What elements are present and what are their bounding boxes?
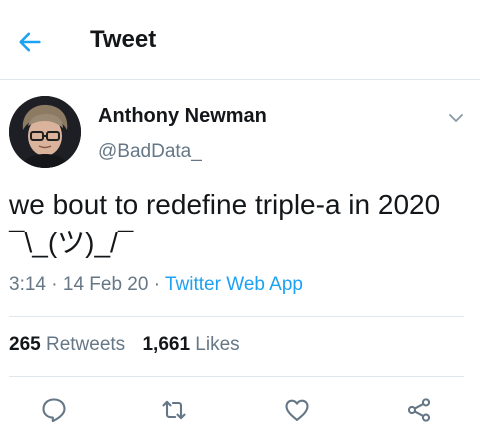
likes-label: Likes [195,334,240,355]
avatar[interactable] [9,96,81,168]
tweet-stats: 265 Retweets 1,661 Likes [9,334,240,356]
retweets-count: 265 [9,334,41,355]
retweets-stat[interactable]: 265 Retweets [9,334,125,355]
share-icon[interactable] [405,396,433,424]
like-icon[interactable] [283,396,311,424]
tweet-source-link[interactable]: Twitter Web App [165,274,303,295]
likes-stat[interactable]: 1,661 Likes [142,334,239,355]
author-name[interactable]: Anthony Newman [98,105,267,128]
divider [9,376,464,377]
tweet-time: 3:14 [9,274,46,295]
page-title: Tweet [90,26,157,53]
top-bar: Tweet [0,0,480,80]
divider [9,316,464,317]
chevron-down-icon[interactable] [446,108,466,128]
retweets-label: Retweets [45,334,126,355]
likes-count: 1,661 [142,334,191,355]
meta-separator: · [51,274,63,295]
reply-icon[interactable] [40,396,68,424]
tweet-meta: 3:14 · 14 Feb 20 · Twitter Web App [9,274,303,296]
action-bar [0,388,480,432]
back-arrow-icon[interactable] [16,28,44,56]
meta-separator: · [153,274,165,295]
tweet-date: 14 Feb 20 [62,274,149,295]
tweet-text: we bout to redefine triple-a in 2020 ¯\_… [9,189,448,258]
author-handle[interactable]: @BadData_ [98,141,202,163]
retweet-icon[interactable] [160,396,188,424]
